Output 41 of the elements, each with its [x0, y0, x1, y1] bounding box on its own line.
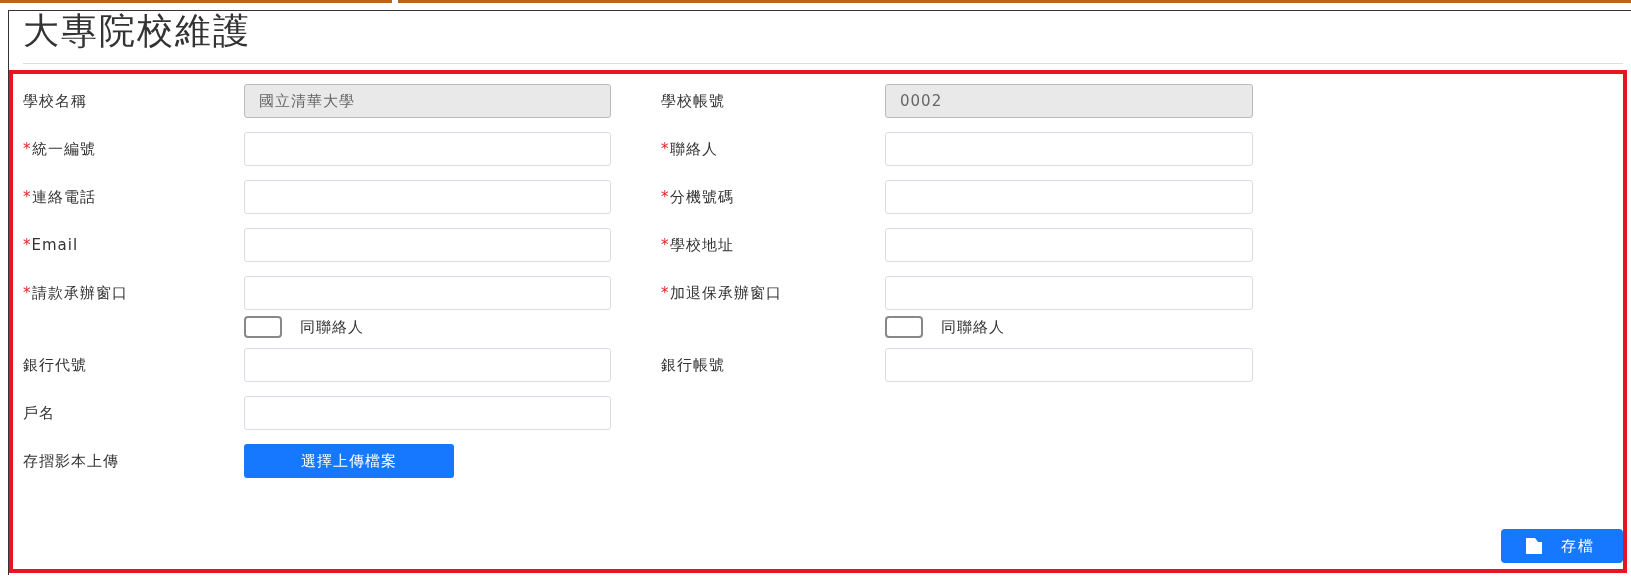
required-mark: *: [23, 236, 32, 254]
required-mark: *: [661, 187, 670, 206]
text-field[interactable]: [244, 276, 611, 310]
checkbox-label: 同聯絡人: [300, 317, 364, 337]
page-title: 大專院校維護: [23, 11, 251, 53]
text-field[interactable]: [244, 396, 611, 430]
field-label: 加退保承辦窗口: [669, 283, 782, 302]
text-field[interactable]: [885, 276, 1253, 310]
field-label: 學校地址: [669, 235, 734, 254]
text-field[interactable]: [885, 132, 1253, 166]
save-button[interactable]: 存檔: [1501, 529, 1623, 563]
text-field[interactable]: [244, 348, 611, 382]
field-label: 學校帳號: [661, 91, 725, 110]
required-mark: *: [661, 283, 670, 302]
required-mark: *: [661, 235, 670, 254]
text-field[interactable]: [244, 180, 611, 214]
text-field[interactable]: [885, 348, 1253, 382]
field-label: 連絡電話: [31, 187, 96, 206]
text-field[interactable]: [885, 180, 1253, 214]
checkbox-label: 同聯絡人: [941, 317, 1005, 337]
required-mark: *: [23, 139, 32, 158]
field-label: 銀行代號: [23, 355, 87, 374]
field-label: 分機號碼: [669, 187, 734, 206]
required-mark: *: [661, 139, 670, 158]
required-mark: *: [23, 283, 32, 302]
field-label: 聯絡人: [669, 139, 718, 158]
field-label: 戶名: [23, 403, 55, 422]
text-field[interactable]: [244, 228, 611, 262]
field-label: 請款承辦窗口: [31, 283, 128, 302]
checkbox[interactable]: [885, 316, 923, 338]
field-label: 學校名稱: [23, 91, 87, 110]
field-label: 銀行帳號: [661, 355, 725, 374]
field-label: Email: [31, 236, 79, 254]
field-label: 存摺影本上傳: [23, 451, 120, 471]
checkbox[interactable]: [244, 316, 282, 338]
field-label: 統一編號: [31, 139, 96, 158]
text-field[interactable]: [885, 228, 1253, 262]
required-mark: *: [23, 187, 32, 206]
document-icon: [1525, 537, 1543, 555]
text-field[interactable]: [244, 132, 611, 166]
upload-button[interactable]: 選擇上傳檔案: [244, 444, 454, 478]
